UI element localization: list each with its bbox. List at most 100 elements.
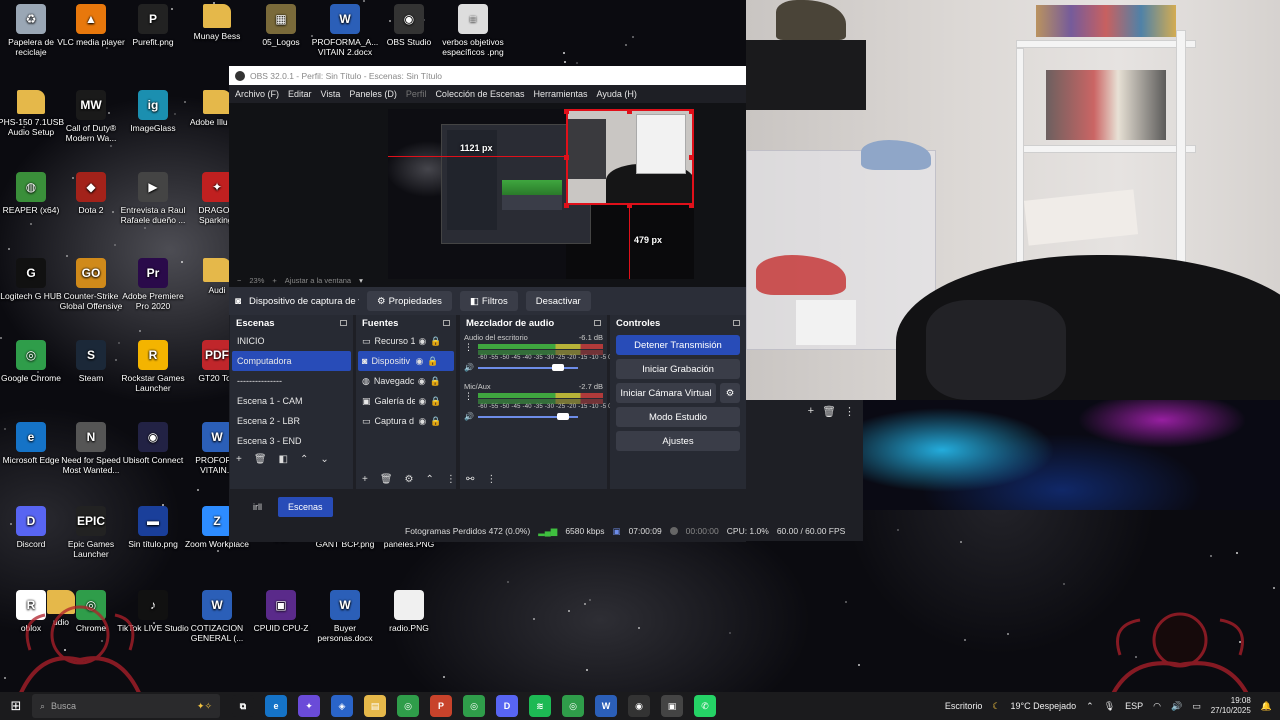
add-icon[interactable]: + — [808, 405, 814, 418]
menu-item[interactable]: Archivo (F) — [235, 89, 279, 99]
delete-scene-icon[interactable]: 🗑 — [254, 454, 267, 465]
source-item[interactable]: ◍ Navegadc ◉ 🔒 — [358, 371, 454, 391]
desktop-shortcut[interactable]: ◉ Ubisoft Connect — [116, 422, 190, 465]
chrome-icon[interactable]: ◎ — [397, 695, 419, 717]
filters-button[interactable]: ◧ Filtros — [459, 291, 518, 311]
scene-item[interactable]: Escena 3 - END — [232, 431, 351, 451]
menu-item[interactable]: Vista — [321, 89, 341, 99]
powerpoint-icon[interactable]: P — [430, 695, 452, 717]
fit-to-window-label[interactable]: Ajustar a la ventana — [285, 276, 351, 285]
scene-filter-icon[interactable]: ◧ — [279, 454, 288, 465]
resize-handle[interactable] — [627, 109, 632, 114]
source-settings-icon[interactable]: ⚙ — [405, 474, 414, 485]
menu-item[interactable]: Colección de Escenas — [435, 89, 524, 99]
undock-icon[interactable] — [733, 320, 740, 326]
spotify-icon[interactable]: ≋ — [529, 695, 551, 717]
start-recording-button[interactable]: Iniciar Grabación — [616, 359, 740, 379]
desktop-shortcut[interactable]: ≡ verbos objetivos específicos .png — [436, 4, 510, 57]
resize-handle[interactable] — [689, 109, 694, 114]
chrome-icon[interactable]: ◎ — [562, 695, 584, 717]
desktop-shortcut[interactable]: ◉ OBS Studio — [372, 4, 446, 47]
properties-button[interactable]: ⚙ Propiedades — [367, 291, 452, 311]
photos-icon[interactable]: ▣ — [661, 695, 683, 717]
stop-streaming-button[interactable]: Detener Transmisión — [616, 335, 740, 355]
battery-icon[interactable]: ▭ — [1192, 701, 1201, 712]
task-view-icon[interactable]: ⧉ — [232, 695, 254, 717]
microphone-icon[interactable]: 🎙 — [1104, 701, 1115, 712]
obs-window[interactable]: OBS 32.0.1 - Perfil: Sin Título - Escena… — [229, 66, 746, 542]
visibility-eye-icon[interactable]: ◉ — [419, 396, 427, 407]
menu-item[interactable]: Paneles (D) — [349, 89, 397, 99]
obs-title-bar[interactable]: OBS 32.0.1 - Perfil: Sin Título - Escena… — [229, 66, 746, 85]
visibility-eye-icon[interactable]: ◉ — [419, 416, 427, 427]
add-scene-icon[interactable]: + — [236, 454, 242, 465]
volume-slider[interactable] — [477, 412, 578, 420]
preview-canvas[interactable]: 1121 px 479 px — [388, 109, 694, 279]
studio-mode-button[interactable]: Modo Estudio — [616, 407, 740, 427]
channel-menu-icon[interactable]: ⋮ — [464, 342, 473, 353]
desktop-shortcut[interactable]: ▦ 05_Logos — [244, 4, 318, 47]
source-item[interactable]: ◙ Dispositiv ◉ 🔒 — [358, 351, 454, 371]
lock-icon[interactable]: 🔒 — [430, 336, 441, 347]
obs-icon[interactable]: ◉ — [628, 695, 650, 717]
lock-icon[interactable]: 🔒 — [430, 376, 441, 387]
notification-bell-icon[interactable]: 🔔 — [1261, 701, 1272, 712]
desktop-shortcut[interactable]: ▶ Entrevista a Raul Rafaele dueño ... — [116, 172, 190, 225]
desktop-shortcut[interactable]: W COTIZACION GENERAL (... — [180, 590, 254, 643]
undock-icon[interactable] — [443, 320, 450, 326]
chevron-up-icon[interactable]: ⌃ — [1086, 701, 1094, 712]
scene-item[interactable]: Escena 1 - CAM — [232, 391, 351, 411]
selection-box[interactable] — [566, 109, 694, 205]
desktop-shortcut[interactable]: ▣ CPUID CPU-Z — [244, 590, 318, 633]
chrome-icon[interactable]: ◎ — [463, 695, 485, 717]
lock-icon[interactable]: 🔒 — [430, 416, 441, 427]
desktop-shortcut[interactable]: radio.PNG — [372, 590, 446, 633]
resize-handle[interactable] — [689, 203, 694, 208]
zoom-in-button[interactable]: + — [272, 276, 276, 285]
mixer-link-icon[interactable]: ⚯ — [466, 474, 474, 485]
volume-slider[interactable] — [477, 363, 578, 371]
lock-icon[interactable]: 🔒 — [427, 356, 438, 367]
desktop-shortcut[interactable]: P Purefit.png — [116, 4, 190, 47]
lang-indicator[interactable]: ESP — [1125, 701, 1143, 711]
move-up-icon[interactable]: ⌃ — [300, 454, 308, 465]
windows-start-icon[interactable]: ⊞ — [0, 698, 32, 714]
edge-icon[interactable]: e — [265, 695, 287, 717]
virtual-camera-settings-button[interactable]: ⚙ — [720, 383, 740, 403]
speaker-icon[interactable]: 🔊 — [464, 412, 474, 421]
desktop-shortcut[interactable]: Pr Adobe Premiere Pro 2020 — [116, 258, 190, 311]
desktop-shortcut[interactable]: W Buyer personas.docx — [308, 590, 382, 643]
discord-icon[interactable]: D — [496, 695, 518, 717]
wifi-icon[interactable]: ◠ — [1153, 701, 1161, 712]
scene-item[interactable]: --------------- — [232, 371, 351, 391]
visibility-eye-icon[interactable]: ◉ — [419, 336, 427, 347]
desktop-shortcut[interactable]: Munay Bess — [180, 4, 254, 41]
scene-item[interactable]: Escena 2 - LBR — [232, 411, 351, 431]
resize-handle[interactable] — [689, 155, 694, 160]
taskbar-search[interactable]: ⌕ Busca ✦✧ — [32, 694, 220, 718]
menu-item[interactable]: Ayuda (H) — [597, 89, 637, 99]
delete-source-icon[interactable]: 🗑 — [380, 474, 393, 485]
source-item[interactable]: ▭ Recurso 1 ◉ 🔒 — [358, 331, 454, 351]
chevron-down-icon[interactable]: ▾ — [359, 276, 363, 285]
more-options-icon[interactable]: ⋮ — [844, 405, 855, 418]
visibility-eye-icon[interactable]: ◉ — [415, 356, 423, 367]
undock-icon[interactable] — [594, 320, 601, 326]
source-item[interactable]: ▣ Galería de ◉ 🔒 — [358, 391, 454, 411]
word-icon[interactable]: W — [595, 695, 617, 717]
undock-icon[interactable] — [340, 320, 347, 326]
copilot-icon[interactable]: ✦ — [298, 695, 320, 717]
move-up-icon[interactable]: ⌃ — [426, 474, 434, 485]
desktop-shortcut[interactable]: ▬ Sin título.png — [116, 506, 190, 549]
speaker-icon[interactable]: 🔊 — [464, 363, 474, 372]
visibility-eye-icon[interactable]: ◉ — [418, 376, 426, 387]
preview-area[interactable]: 1121 px 479 px − 23% + Ajustar a la vent… — [229, 103, 746, 287]
volume-knob[interactable] — [551, 363, 564, 371]
zoom-out-button[interactable]: − — [237, 276, 241, 285]
more-options-icon[interactable]: ⋮ — [446, 474, 456, 485]
desktop-shortcut[interactable]: R Rockstar Games Launcher — [116, 340, 190, 393]
channel-menu-icon[interactable]: ⋮ — [464, 391, 473, 402]
add-source-icon[interactable]: + — [362, 474, 368, 485]
move-down-icon[interactable]: ⌄ — [320, 454, 328, 465]
scene-item[interactable]: INICIO — [232, 331, 351, 351]
